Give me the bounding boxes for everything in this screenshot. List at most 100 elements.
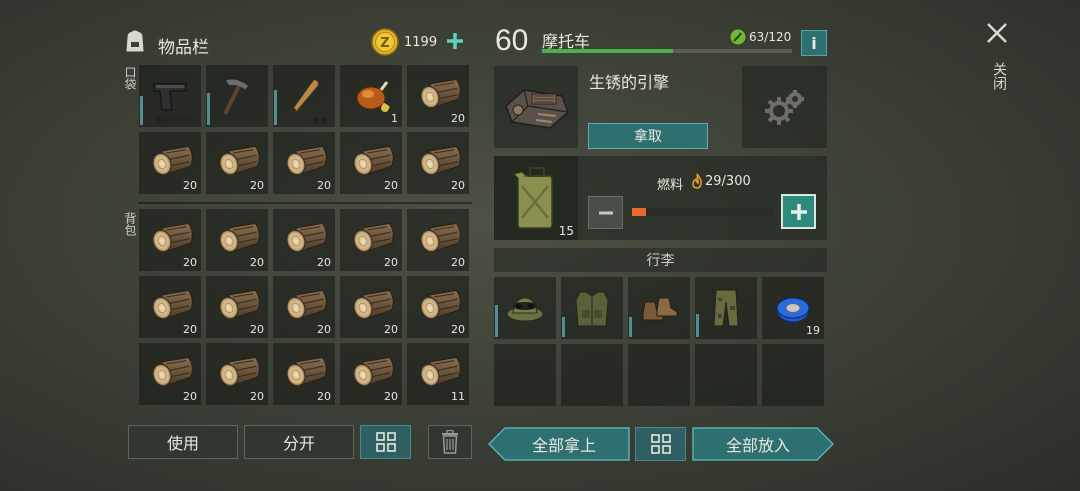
pocket-slot[interactable] bbox=[206, 65, 268, 127]
pocket-slot[interactable]: ●●●●● bbox=[139, 65, 201, 127]
trunk-slot[interactable] bbox=[695, 344, 757, 406]
trunk-slot[interactable] bbox=[695, 277, 757, 339]
fuel-canister-slot[interactable]: 15 bbox=[494, 156, 578, 240]
item-quantity: 20 bbox=[451, 179, 465, 192]
item-quantity: 20 bbox=[183, 256, 197, 269]
item-quantity: 20 bbox=[384, 390, 398, 403]
ammo-dots: ●● bbox=[313, 115, 329, 124]
settings-slot[interactable] bbox=[742, 66, 827, 148]
plus-icon bbox=[790, 203, 807, 220]
close-icon bbox=[987, 23, 1007, 43]
trash-button[interactable] bbox=[428, 425, 472, 459]
durability-bar bbox=[696, 313, 699, 337]
sort-trunk-button[interactable] bbox=[635, 427, 686, 461]
fuel-increase-button[interactable] bbox=[781, 194, 816, 229]
backpack-slot[interactable]: 20 bbox=[273, 276, 335, 338]
trunk-slot[interactable] bbox=[762, 344, 824, 406]
durability-bar bbox=[274, 90, 277, 125]
backpack-slot[interactable]: 20 bbox=[407, 209, 469, 271]
durability-bar bbox=[562, 316, 565, 337]
backpack-slot[interactable]: 20 bbox=[340, 343, 402, 405]
trunk-slot[interactable] bbox=[561, 277, 623, 339]
trunk-slot[interactable] bbox=[561, 344, 623, 406]
add-gold-button[interactable] bbox=[444, 30, 466, 52]
sort-inventory-button[interactable] bbox=[360, 425, 411, 459]
close-button[interactable]: 关闭 bbox=[984, 20, 1012, 100]
pocket-slot[interactable]: ●● bbox=[273, 65, 335, 127]
backpack-slot[interactable]: 20 bbox=[206, 276, 268, 338]
pocket-slot[interactable]: 20 bbox=[407, 65, 469, 127]
trunk-slot[interactable] bbox=[494, 344, 556, 406]
item-quantity: 20 bbox=[183, 390, 197, 403]
backpack-slot[interactable]: 20 bbox=[139, 209, 201, 271]
minus-icon bbox=[598, 211, 613, 214]
item-quantity: 20 bbox=[451, 323, 465, 336]
backpack-slot[interactable]: 11 bbox=[407, 343, 469, 405]
fuel-label: 燃料 bbox=[657, 178, 684, 193]
use-button[interactable]: 使用 bbox=[128, 425, 238, 459]
backpack-slot[interactable]: 20 bbox=[139, 343, 201, 405]
trunk-slot[interactable]: 19 bbox=[762, 277, 824, 339]
backpack-slot[interactable]: 20 bbox=[273, 209, 335, 271]
trunk-slot[interactable] bbox=[494, 277, 556, 339]
vehicle-level: 60 bbox=[495, 24, 529, 57]
engine-slot[interactable] bbox=[494, 66, 578, 148]
take-part-label: 拿取 bbox=[634, 129, 662, 145]
item-quantity: 20 bbox=[384, 323, 398, 336]
pocket-slot[interactable]: 20 bbox=[273, 132, 335, 194]
military-vest-icon bbox=[570, 286, 614, 334]
item-quantity: 20 bbox=[384, 179, 398, 192]
put-all-label: 全部放入 bbox=[725, 436, 790, 455]
item-quantity: 1 bbox=[391, 112, 398, 125]
pocket-slot[interactable]: 20 bbox=[139, 132, 201, 194]
backpack-slot[interactable]: 20 bbox=[340, 209, 402, 271]
grid-icon bbox=[375, 432, 396, 452]
gears-icon bbox=[765, 90, 804, 125]
fuel-slider-fill bbox=[632, 208, 646, 216]
fuel-value: 29/300 bbox=[705, 174, 751, 189]
info-icon: i bbox=[811, 33, 817, 53]
pocket-slot[interactable]: 20 bbox=[206, 132, 268, 194]
item-quantity: 20 bbox=[317, 256, 331, 269]
pocket-slot[interactable]: 20 bbox=[407, 132, 469, 194]
use-button-label: 使用 bbox=[166, 434, 199, 453]
durability-fill bbox=[542, 49, 674, 53]
gold-amount: 1199 bbox=[404, 35, 438, 50]
take-all-label: 全部拿上 bbox=[531, 436, 596, 455]
close-label: 关闭 bbox=[991, 62, 1007, 90]
backpack-slot[interactable]: 20 bbox=[407, 276, 469, 338]
pickaxe-icon bbox=[215, 74, 259, 122]
backpack-slot[interactable]: 20 bbox=[273, 343, 335, 405]
durability-bar bbox=[542, 49, 792, 53]
backpack-slot[interactable]: 20 bbox=[206, 343, 268, 405]
backpack-slot[interactable]: 20 bbox=[139, 276, 201, 338]
item-quantity: 20 bbox=[183, 179, 197, 192]
item-quantity: 20 bbox=[250, 390, 264, 403]
split-button[interactable]: 分开 bbox=[244, 425, 354, 459]
item-quantity: 19 bbox=[806, 324, 820, 337]
backpack-slot[interactable]: 20 bbox=[340, 276, 402, 338]
item-quantity: 11 bbox=[451, 390, 465, 403]
fuel-slider[interactable] bbox=[632, 208, 774, 216]
engine-part-name: 生锈的引擎 bbox=[589, 73, 670, 92]
trunk-slot[interactable] bbox=[628, 277, 690, 339]
pocket-slot[interactable]: 20 bbox=[340, 132, 402, 194]
take-part-button[interactable]: 拿取 bbox=[588, 123, 708, 149]
item-quantity: 20 bbox=[384, 256, 398, 269]
info-button[interactable]: i bbox=[801, 30, 827, 56]
durability-bar bbox=[629, 316, 632, 337]
take-all-button[interactable]: 全部拿上 bbox=[488, 427, 630, 461]
trunk-label: 行李 bbox=[646, 253, 675, 269]
trunk-slot[interactable] bbox=[628, 344, 690, 406]
item-quantity: 20 bbox=[451, 112, 465, 125]
put-all-button[interactable]: 全部放入 bbox=[692, 427, 834, 461]
durability-bar bbox=[495, 305, 498, 337]
backpack-slot[interactable]: 20 bbox=[206, 209, 268, 271]
grid-icon bbox=[650, 434, 671, 454]
backpack-label: 背包 bbox=[123, 212, 137, 236]
engine-icon bbox=[505, 89, 569, 129]
boots-icon bbox=[637, 286, 681, 334]
pocket-slot[interactable]: 1 bbox=[340, 65, 402, 127]
fuel-decrease-button[interactable] bbox=[588, 196, 623, 229]
wrench-icon bbox=[730, 29, 746, 45]
